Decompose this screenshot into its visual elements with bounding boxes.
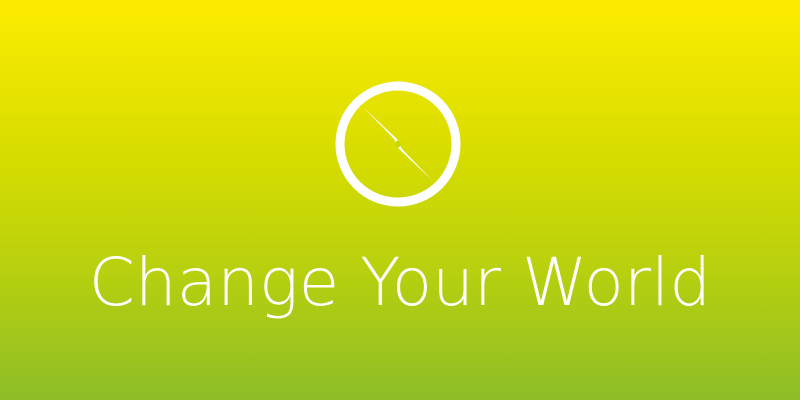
compass-icon	[335, 81, 461, 207]
banner-background: Change Your World	[0, 0, 800, 400]
banner-title: Change Your World	[88, 244, 712, 321]
